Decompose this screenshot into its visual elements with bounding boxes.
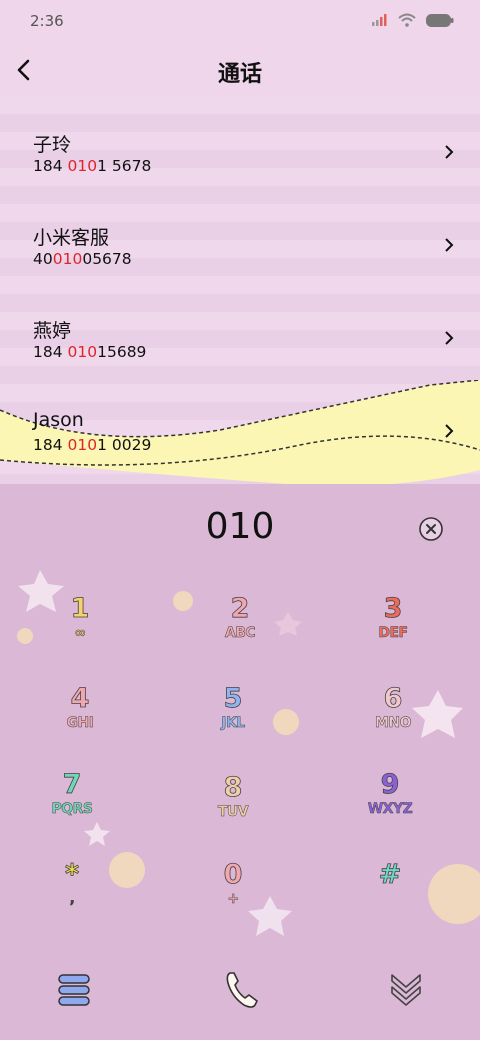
key-digit: # xyxy=(378,859,402,890)
key-3[interactable]: 3 DEF xyxy=(313,593,473,682)
status-bar: 2:36 xyxy=(0,0,480,44)
key-letters: ABC xyxy=(224,625,256,642)
status-time: 2:36 xyxy=(30,12,64,30)
status-icons xyxy=(372,13,454,27)
key-0[interactable]: 0 + xyxy=(153,859,313,948)
key-8[interactable]: 8 TUV xyxy=(153,772,313,861)
contact-number: 184 0101 5678 xyxy=(33,157,152,175)
double-chevron-down-icon[interactable] xyxy=(376,965,436,1015)
signal-icon xyxy=(372,14,387,26)
chevron-right-icon xyxy=(445,145,454,159)
contact-number: 184 0101 0029 xyxy=(33,436,152,454)
key-letters: + xyxy=(227,891,239,908)
battery-icon xyxy=(426,13,454,27)
key-digit: 5 xyxy=(223,683,243,714)
dial-input: 010 xyxy=(0,504,480,554)
key-digit: 0 xyxy=(223,859,243,890)
key-digit: 8 xyxy=(223,772,243,803)
key-letters: PQRS xyxy=(51,801,93,818)
key-digit: 2 xyxy=(230,593,250,624)
chevron-right-icon xyxy=(445,331,454,345)
key-digit: 6 xyxy=(383,683,403,714)
contact-name: 燕婷 xyxy=(33,320,72,342)
key-letters: DEF xyxy=(378,625,408,642)
key-digit: 9 xyxy=(380,769,400,800)
key-letters: TUV xyxy=(217,804,249,821)
key-letters: JKL xyxy=(221,715,245,732)
key-letters: ∞ xyxy=(74,625,86,642)
clear-circle-icon[interactable] xyxy=(418,516,444,542)
list-item[interactable]: 燕婷 184 01015689 xyxy=(0,282,480,375)
key-9[interactable]: 9 WXYZ xyxy=(310,769,470,858)
chevron-right-icon xyxy=(445,424,454,438)
key-letters: , xyxy=(69,891,75,908)
key-letters: MNO xyxy=(374,715,412,732)
key-hash[interactable]: # xyxy=(310,859,470,948)
phone-icon[interactable] xyxy=(210,965,270,1015)
key-6[interactable]: 6 MNO xyxy=(313,683,473,772)
key-digit: 4 xyxy=(70,683,90,714)
contact-number: 4001005678 xyxy=(33,250,132,268)
key-digit: 3 xyxy=(383,593,403,624)
list-item[interactable]: Jason 184 0101 0029 xyxy=(0,375,480,468)
wifi-icon xyxy=(398,13,416,27)
key-letters: GHI xyxy=(66,715,94,732)
key-digit: * xyxy=(64,859,80,890)
dialed-number: 010 xyxy=(205,506,275,547)
key-5[interactable]: 5 JKL xyxy=(153,683,313,772)
page-title: 通话 xyxy=(217,62,262,87)
list-item[interactable]: 子玲 184 0101 5678 xyxy=(0,96,480,189)
key-letters: WXYZ xyxy=(367,801,413,818)
key-digit: 1 xyxy=(70,593,90,624)
chevron-right-icon xyxy=(445,238,454,252)
contact-name: Jason xyxy=(33,409,84,431)
key-2[interactable]: 2 ABC xyxy=(160,593,320,682)
contact-number: 184 01015689 xyxy=(33,343,147,361)
menu-icon[interactable] xyxy=(44,965,104,1015)
list-item[interactable]: 小米客服 4001005678 xyxy=(0,189,480,282)
key-7[interactable]: 7 PQRS xyxy=(0,769,152,858)
key-4[interactable]: 4 GHI xyxy=(0,683,160,772)
key-digit: 7 xyxy=(62,769,82,800)
key-star[interactable]: * , xyxy=(0,859,152,948)
contact-name: 小米客服 xyxy=(33,227,110,249)
key-1[interactable]: 1 ∞ xyxy=(0,593,160,682)
contact-name: 子玲 xyxy=(33,134,72,156)
header: 通话 xyxy=(0,44,480,96)
